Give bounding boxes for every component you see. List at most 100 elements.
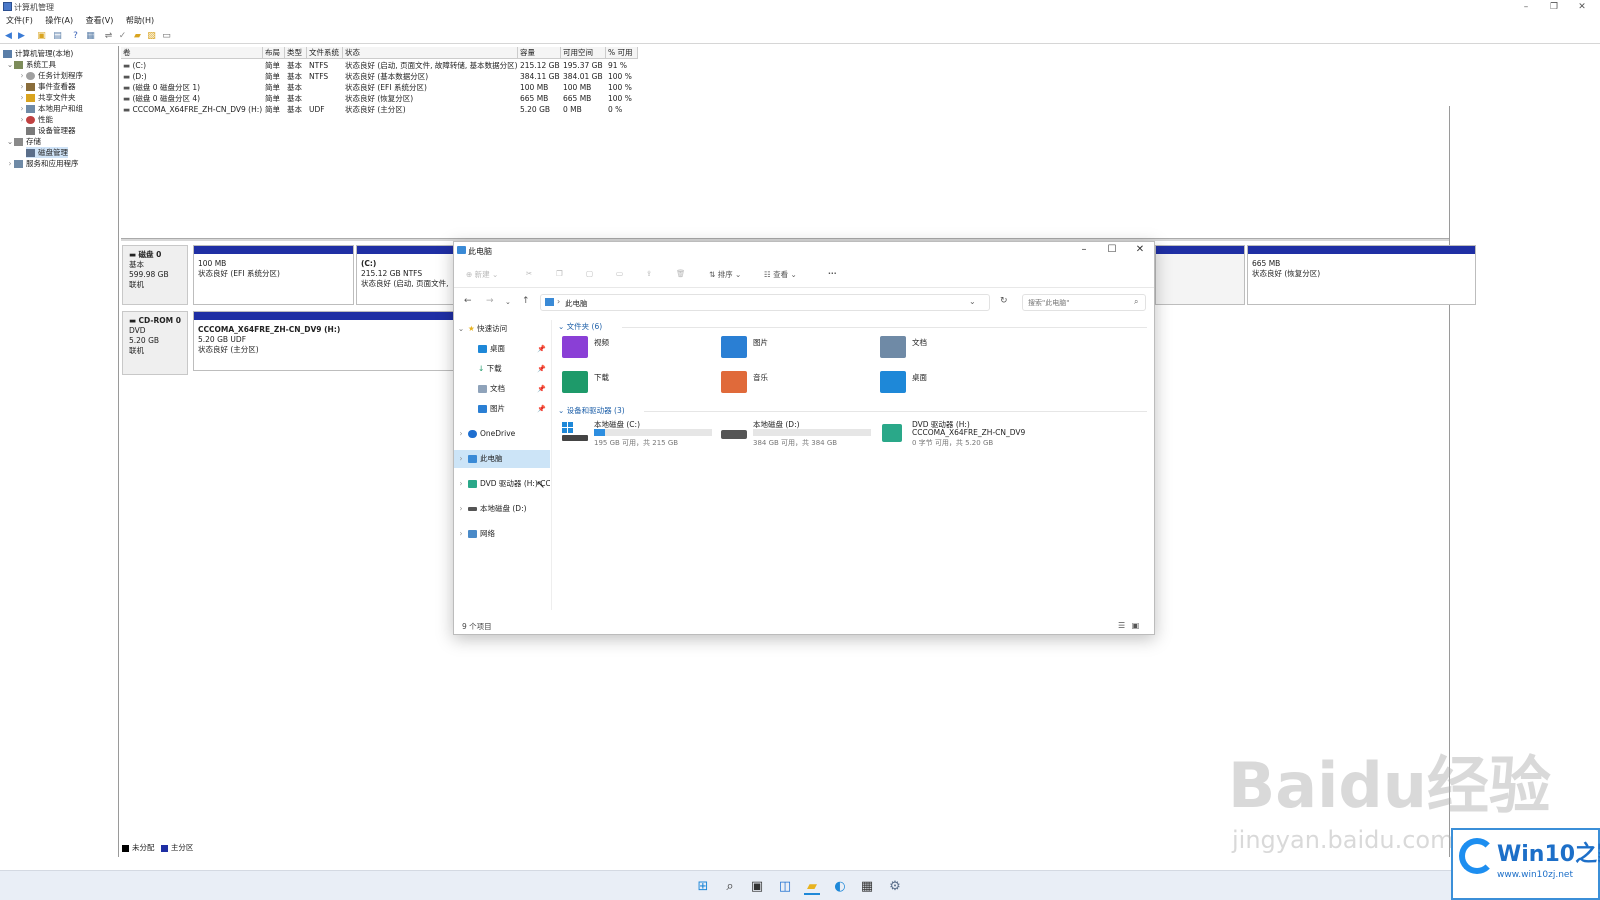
explorer-minimize-button[interactable]: – [1070,242,1098,258]
partition-recovery[interactable]: 665 MB 状态良好 (恢复分区) [1247,245,1476,305]
column-header-status[interactable]: 状态 [343,47,518,59]
details-view-icon[interactable]: ☰ [1118,621,1125,630]
drive-c[interactable]: 本地磁盘 (C:) 195 GB 可用，共 215 GB [558,418,714,452]
drives-section-header[interactable]: ⌄ 设备和驱动器 (3) [558,405,625,416]
menu-help[interactable]: 帮助(H) [126,14,154,28]
tree-item-computer-management[interactable]: 计算机管理(本地) [3,48,73,59]
address-dropdown-icon[interactable]: ⌄ [969,297,976,306]
chevron-right-icon[interactable]: › [18,70,26,81]
sort-button[interactable]: ⇅ 排序 ⌄ [709,269,741,280]
tree-item-event-viewer[interactable]: › 事件查看器 [18,81,76,92]
cm-close-button[interactable]: ✕ [1568,0,1596,14]
folder-music[interactable]: 音乐 [717,369,867,397]
copy-icon[interactable]: ❐ [556,269,563,278]
menu-action[interactable]: 操作(A) [45,14,73,28]
large-icons-view-icon[interactable]: ▣ [1132,621,1140,630]
console-icon[interactable]: ▭ [161,31,172,41]
search-folder-icon[interactable]: ▧ [146,31,157,41]
show-hide-tree-icon[interactable]: ▤ [52,31,63,41]
tree-item-disk-management[interactable]: 磁盘管理 [26,147,68,158]
pin-icon[interactable]: 📌 [537,380,546,398]
chevron-down-icon[interactable]: ⌄ [6,59,14,70]
pin-icon[interactable]: 📌 [537,340,546,358]
column-header-free-space[interactable]: 可用空间 [561,47,606,59]
folder-desktop[interactable]: 桌面 [876,369,1026,397]
new-button[interactable]: ⊕ 新建 ⌄ [466,269,498,280]
delete-icon[interactable]: 🗑 [676,269,686,278]
chevron-right-icon[interactable]: › [454,525,468,543]
chevron-right-icon[interactable]: › [18,92,26,103]
start-windows-icon[interactable]: ⊞ [695,879,711,895]
up-arrow-icon[interactable]: ↑ [522,296,530,306]
breadcrumb-this-pc[interactable]: 此电脑 [565,298,588,309]
chevron-right-icon[interactable]: › [454,475,468,493]
chevron-down-icon[interactable]: ⌄ [454,320,468,338]
folder-icon[interactable]: ▰ [132,31,143,41]
forward-arrow-icon[interactable]: ▶ [16,31,27,41]
store-icon[interactable]: ▦ [859,879,875,895]
tree-item-services-apps[interactable]: › 服务和应用程序 [6,158,79,169]
folder-downloads[interactable]: 下载 [558,369,708,397]
explorer-maximize-button[interactable]: ☐ [1098,242,1126,258]
widgets-icon[interactable]: ◫ [777,879,793,895]
nav-quick-access[interactable]: ⌄ ★ 快速访问 [454,320,550,338]
recent-locations-icon[interactable]: ⌄ [505,298,511,306]
nav-this-pc[interactable]: › 此电脑 [454,450,550,468]
connect-icon[interactable]: ⇌ [103,31,114,41]
chevron-right-icon[interactable]: › [18,81,26,92]
properties-icon[interactable]: ▦ [85,31,96,41]
edge-browser-icon[interactable]: ◐ [832,879,848,895]
nav-onedrive[interactable]: › OneDrive [454,425,550,443]
up-folder-icon[interactable]: ▣ [36,31,47,41]
search-icon[interactable]: ⌕ [722,879,738,895]
chevron-right-icon[interactable]: › [18,114,26,125]
back-arrow-icon[interactable]: ← [464,296,472,306]
rename-icon[interactable]: ▭ [616,269,623,278]
tree-item-system-tools[interactable]: ⌄ 系统工具 [6,59,56,70]
partition-efi[interactable]: 100 MB 状态良好 (EFI 系统分区) [193,245,354,305]
forward-arrow-icon[interactable]: → [486,296,494,306]
tree-item-shared-folders[interactable]: › 共享文件夹 [18,92,76,103]
column-header-volume[interactable]: 卷 [121,47,263,59]
address-bar[interactable]: › 此电脑 ⌄ [540,294,990,311]
column-header-capacity[interactable]: 容量 [518,47,561,59]
column-header-layout[interactable]: 布局 [263,47,285,59]
cm-restore-button[interactable]: ❐ [1540,0,1568,14]
back-arrow-icon[interactable]: ◀ [3,31,14,41]
chevron-right-icon[interactable]: › [454,450,468,468]
drive-d[interactable]: 本地磁盘 (D:) 384 GB 可用，共 384 GB [717,418,873,452]
tree-item-device-manager[interactable]: 设备管理器 [26,125,76,136]
explorer-close-button[interactable]: ✕ [1126,242,1154,258]
nav-local-disk-d[interactable]: › 本地磁盘 (D:) [454,500,550,518]
partition-d-hidden[interactable] [1155,245,1245,305]
tree-item-performance[interactable]: › 性能 [18,114,53,125]
task-view-icon[interactable]: ▣ [749,879,765,895]
help-icon[interactable]: ? [70,31,81,41]
tree-item-storage[interactable]: ⌄ 存储 [6,136,41,147]
tree-item-task-scheduler[interactable]: › 任务计划程序 [18,70,83,81]
nav-network[interactable]: › 网络 [454,525,550,543]
share-icon[interactable]: ⇪ [646,269,652,278]
folder-videos[interactable]: 视频 [558,334,708,362]
drive-dvd-h[interactable]: DVD 驱动器 (H:) CCCOMA_X64FRE_ZH-CN_DV9 0 字… [876,418,1076,452]
tree-item-local-users[interactable]: › 本地用户和组 [18,103,83,114]
cm-minimize-button[interactable]: – [1512,0,1540,14]
chevron-right-icon[interactable]: › [18,103,26,114]
pin-icon[interactable]: 📌 [537,400,546,418]
cut-icon[interactable]: ✂ [526,269,532,278]
cdrom-0-label[interactable]: ▬ CD-ROM 0 DVD 5.20 GB 联机 [122,311,188,375]
column-header-percent-free[interactable]: % 可用 [606,47,638,59]
computer-management-icon[interactable]: ⚙ [887,879,903,895]
menu-view[interactable]: 查看(V) [86,14,114,28]
nav-documents[interactable]: 文档 📌 [454,380,550,398]
refresh-icon[interactable]: ↻ [1000,296,1008,306]
menu-file[interactable]: 文件(F) [6,14,33,28]
folders-section-header[interactable]: ⌄ 文件夹 (6) [558,321,602,332]
chevron-down-icon[interactable]: ⌄ [6,136,14,147]
column-header-type[interactable]: 类型 [285,47,307,59]
file-explorer-icon[interactable]: ▰ [804,879,820,895]
nav-downloads[interactable]: ↓ 下载 📌 [454,360,550,378]
partition-dvd-h[interactable]: CCCOMA_X64FRE_ZH-CN_DV9 (H:) 5.20 GB UDF… [193,311,454,371]
chevron-right-icon[interactable]: › [454,425,468,443]
search-icon[interactable]: ⌕ [1134,297,1138,307]
